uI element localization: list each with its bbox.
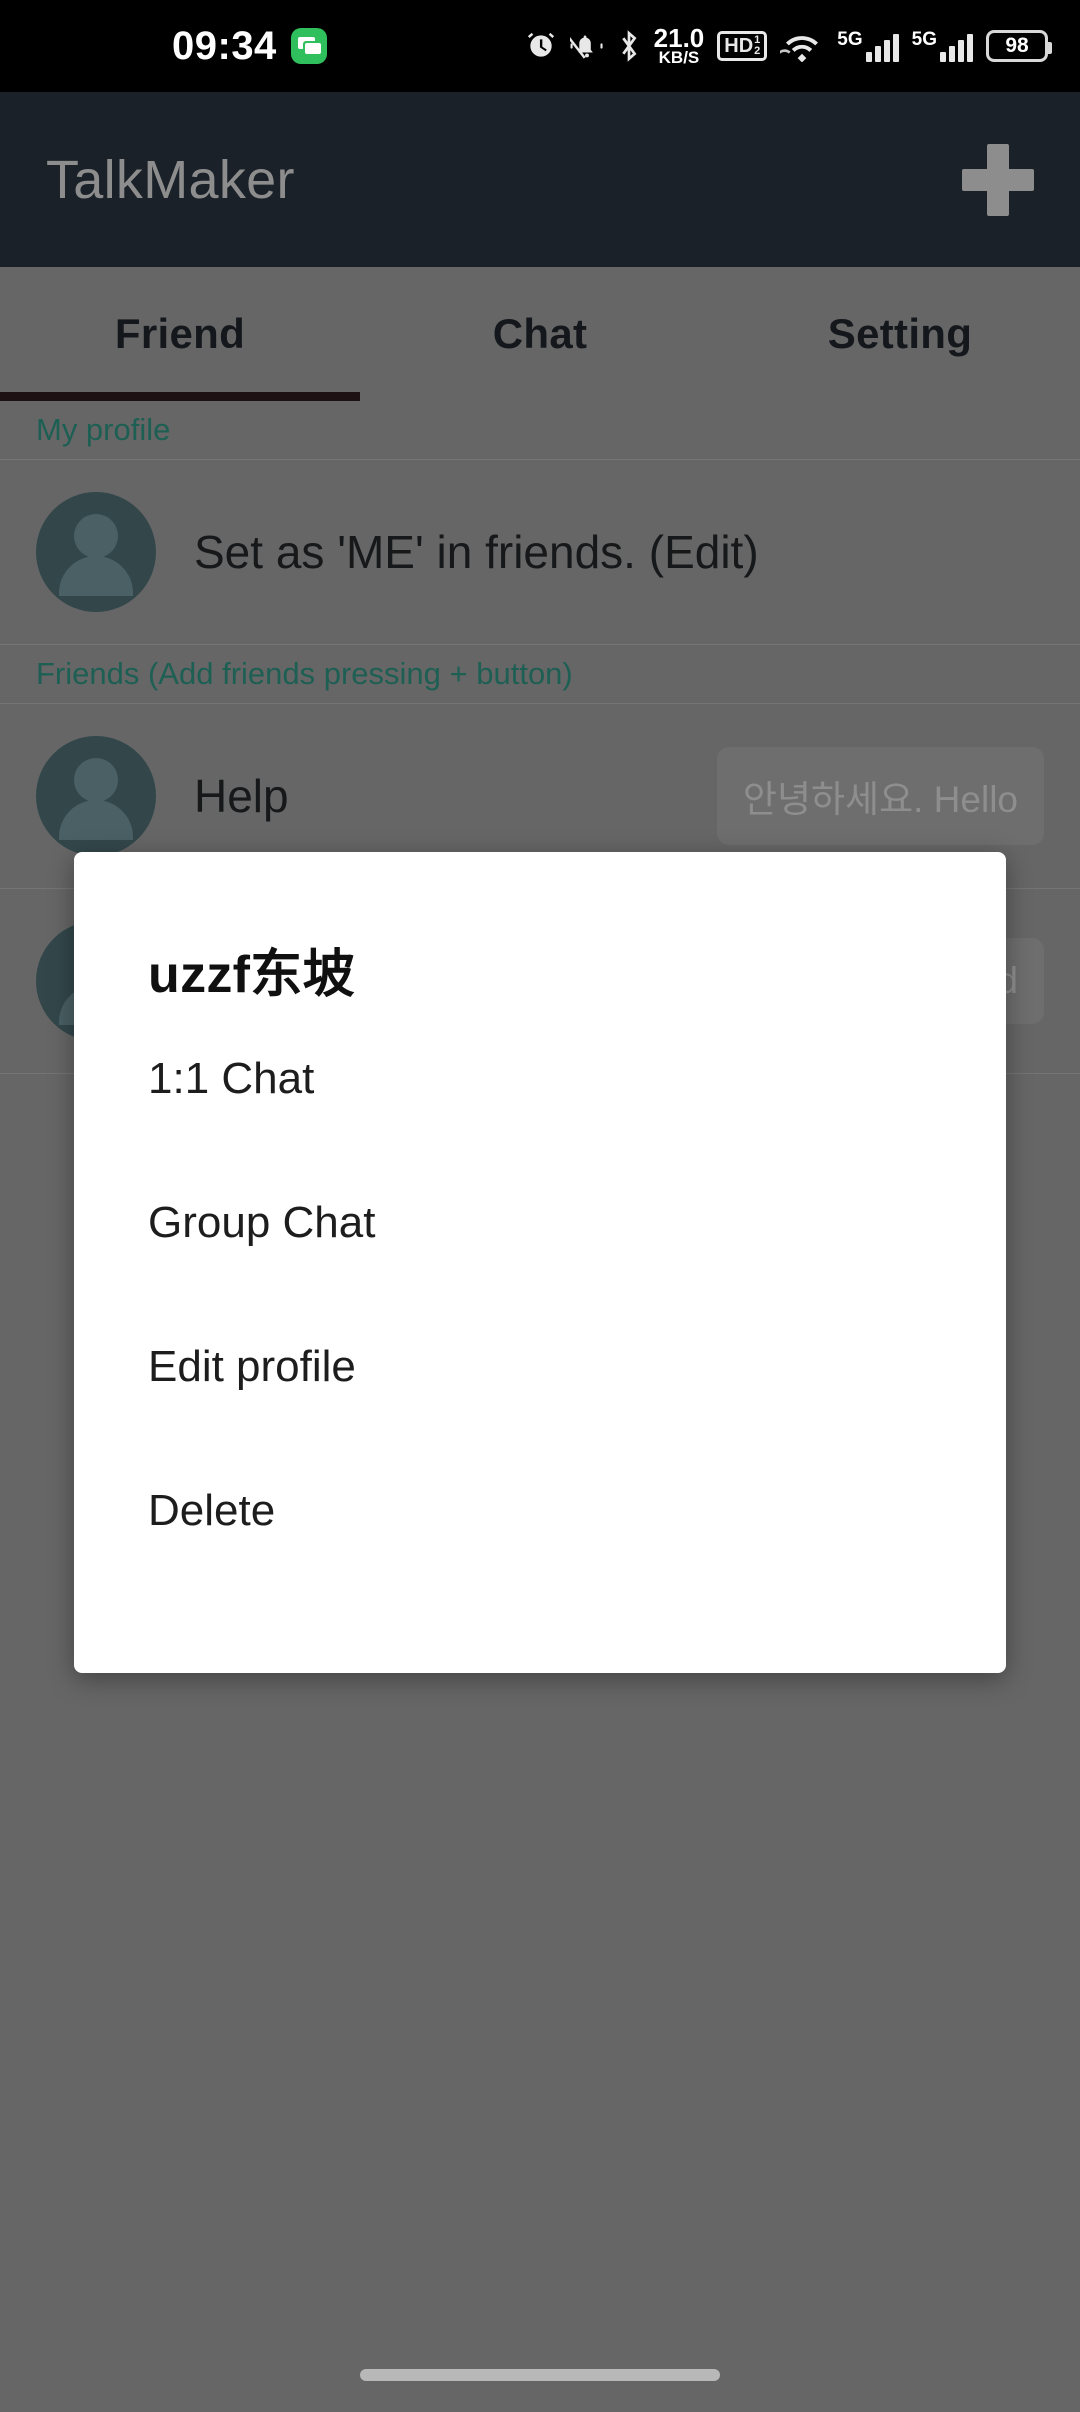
sim2-signal-bars: [940, 34, 973, 63]
clock: 09:34: [172, 23, 277, 68]
battery-indicator: 98: [986, 29, 1052, 62]
sim1-signal-indicator: 5G: [837, 29, 899, 63]
menu-item-group-chat[interactable]: Group Chat: [74, 1151, 1006, 1295]
wifi-icon: [780, 30, 824, 62]
network-speed-indicator: 21.0 KB/S: [653, 22, 705, 68]
sim2-network-label: 5G: [911, 29, 937, 51]
context-menu-dialog: uzzf东坡 1:1 Chat Group Chat Edit profile …: [74, 852, 1006, 1673]
menu-item-edit-profile[interactable]: Edit profile: [74, 1295, 1006, 1439]
network-speed-unit: KB/S: [658, 48, 700, 68]
bell-muted-icon: [569, 30, 604, 62]
sim1-signal-bars: [865, 34, 899, 63]
status-bar: 09:34 21.0 KB/S HD 1 2 5G 5G 98: [0, 0, 1080, 92]
battery-percent-label: 98: [1005, 33, 1029, 57]
network-speed-value: 21.0: [653, 22, 705, 53]
sim2-signal-indicator: 5G: [911, 29, 973, 63]
hd-sub: 2: [754, 44, 761, 57]
phone-screen: 09:34 21.0 KB/S HD 1 2 5G 5G 98 TalkMake…: [0, 0, 1080, 2412]
sim1-network-label: 5G: [837, 29, 863, 51]
status-bar-right: 21.0 KB/S HD 1 2 5G 5G 98: [525, 22, 1052, 68]
system-navigation-bar: [0, 2338, 1080, 2412]
status-bar-left: 09:34: [172, 24, 327, 69]
hd-voice-icon: HD 1 2: [717, 30, 768, 61]
dialog-title: uzzf东坡: [148, 946, 355, 1004]
alarm-clock-icon: [525, 30, 557, 62]
menu-item-delete[interactable]: Delete: [74, 1439, 1006, 1583]
bluetooth-icon: [617, 29, 641, 63]
hd-label: HD: [724, 34, 754, 57]
menu-item-one-to-one-chat[interactable]: 1:1 Chat: [74, 1007, 1006, 1151]
home-indicator[interactable]: [360, 2369, 720, 2381]
chat-bubbles-icon: [290, 28, 327, 64]
